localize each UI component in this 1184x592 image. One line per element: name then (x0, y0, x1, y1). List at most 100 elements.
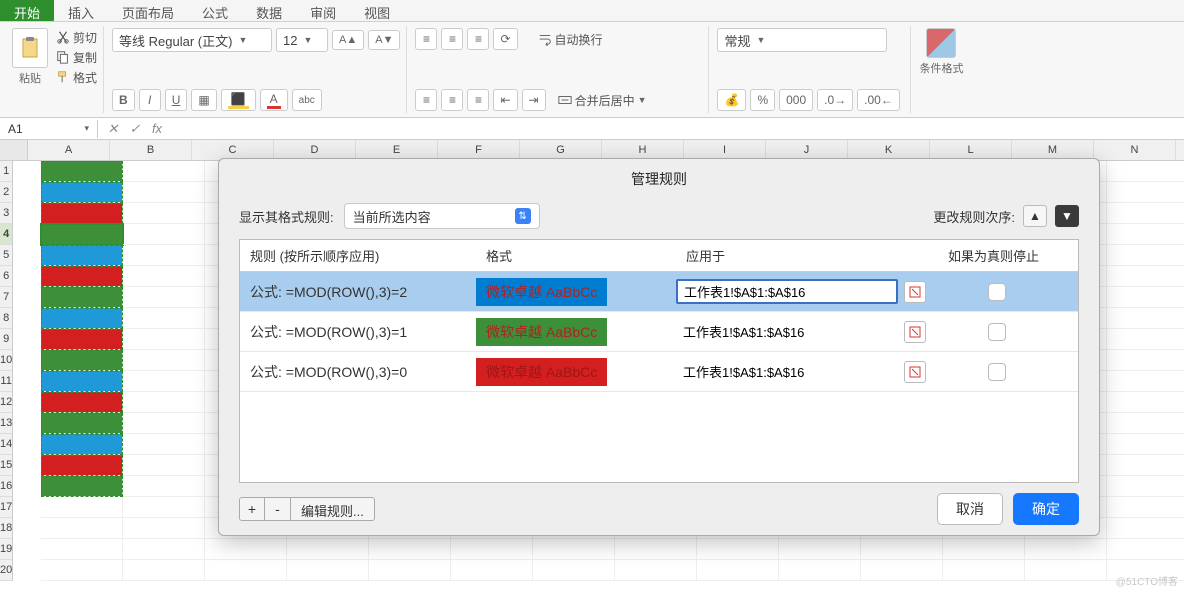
column-header[interactable]: J (766, 140, 848, 160)
cell[interactable] (41, 182, 123, 203)
cell[interactable] (123, 350, 205, 371)
cell[interactable] (943, 539, 1025, 560)
row-header[interactable]: 2 (0, 182, 12, 203)
percent-button[interactable]: % (750, 89, 775, 111)
cell[interactable] (123, 392, 205, 413)
column-header[interactable]: L (930, 140, 1012, 160)
font-size-dropdown[interactable]: 12▼ (276, 28, 328, 52)
row-header[interactable]: 3 (0, 203, 12, 224)
cell[interactable] (123, 224, 205, 245)
row-header[interactable]: 8 (0, 308, 12, 329)
align-right-button[interactable]: ≡ (467, 89, 489, 111)
cell[interactable] (287, 539, 369, 560)
align-left-button[interactable]: ≡ (415, 89, 437, 111)
cell[interactable] (369, 539, 451, 560)
cell[interactable] (1107, 371, 1184, 392)
cell[interactable] (41, 329, 123, 350)
rule-row[interactable]: 公式: =MOD(ROW(),3)=2微软卓越 AaBbCc (240, 272, 1078, 312)
cell[interactable] (123, 329, 205, 350)
column-header[interactable]: G (520, 140, 602, 160)
format-painter-button[interactable]: 格式 (56, 69, 97, 86)
phonetic-button[interactable]: abc (292, 89, 322, 111)
move-up-button[interactable]: ▲ (1023, 205, 1047, 227)
cell[interactable] (123, 560, 205, 581)
font-color-button[interactable]: A (260, 89, 288, 111)
row-header[interactable]: 20 (0, 560, 12, 581)
cell[interactable] (123, 434, 205, 455)
orientation-button[interactable]: ⟳ (493, 28, 517, 50)
cell[interactable] (615, 560, 697, 581)
cell[interactable] (41, 476, 123, 497)
cell[interactable] (1107, 455, 1184, 476)
stop-if-true-checkbox[interactable] (988, 323, 1006, 341)
row-header[interactable]: 7 (0, 287, 12, 308)
cell[interactable] (123, 287, 205, 308)
cell[interactable] (123, 476, 205, 497)
cell[interactable] (41, 455, 123, 476)
row-header[interactable]: 5 (0, 245, 12, 266)
cell[interactable] (123, 266, 205, 287)
cell[interactable] (943, 560, 1025, 581)
remove-rule-button[interactable]: - (265, 497, 291, 521)
ribbon-tab-4[interactable]: 数据 (242, 0, 296, 21)
cell[interactable] (41, 287, 123, 308)
add-rule-button[interactable]: + (239, 497, 265, 521)
cancel-button[interactable]: 取消 (937, 493, 1003, 525)
cell[interactable] (123, 497, 205, 518)
cell[interactable] (1107, 287, 1184, 308)
row-header[interactable]: 15 (0, 455, 12, 476)
cell[interactable] (697, 560, 779, 581)
cell[interactable] (1107, 350, 1184, 371)
applies-to-input[interactable] (676, 320, 898, 343)
decrease-decimal-button[interactable]: .00← (857, 89, 900, 111)
edit-rule-button[interactable]: 编辑规则... (291, 497, 375, 521)
row-header[interactable]: 17 (0, 497, 12, 518)
cell[interactable] (41, 560, 123, 581)
fill-color-button[interactable]: ⬛ (221, 89, 256, 111)
cell[interactable] (1107, 182, 1184, 203)
cell[interactable] (41, 245, 123, 266)
copy-button[interactable]: 复制 (56, 49, 97, 66)
cell[interactable] (1107, 413, 1184, 434)
cell[interactable] (1107, 308, 1184, 329)
column-header[interactable]: F (438, 140, 520, 160)
row-header[interactable]: 19 (0, 539, 12, 560)
cell[interactable] (123, 413, 205, 434)
accept-formula-button[interactable]: ✓ (126, 121, 144, 137)
cell[interactable] (451, 560, 533, 581)
cell[interactable] (41, 392, 123, 413)
decrease-font-button[interactable]: A▼ (368, 30, 400, 50)
cell[interactable] (123, 182, 205, 203)
cell[interactable] (41, 161, 123, 182)
ribbon-tab-6[interactable]: 视图 (350, 0, 404, 21)
stop-if-true-checkbox[interactable] (988, 363, 1006, 381)
column-header[interactable]: N (1094, 140, 1176, 160)
cell[interactable] (41, 350, 123, 371)
row-header[interactable]: 16 (0, 476, 12, 497)
ribbon-tab-0[interactable]: 开始 (0, 0, 54, 21)
formula-input[interactable] (172, 127, 1184, 131)
column-header[interactable]: C (192, 140, 274, 160)
underline-button[interactable]: U (165, 89, 188, 111)
name-box[interactable]: A1▾ (0, 120, 98, 138)
cut-button[interactable]: 剪切 (56, 29, 97, 46)
row-header[interactable]: 14 (0, 434, 12, 455)
applies-to-input[interactable] (676, 279, 898, 304)
paste-button[interactable] (12, 28, 48, 68)
cell[interactable] (41, 539, 123, 560)
row-header[interactable]: 1 (0, 161, 12, 182)
increase-font-button[interactable]: A▲ (332, 30, 364, 50)
column-header[interactable]: M (1012, 140, 1094, 160)
cell[interactable] (615, 539, 697, 560)
cell[interactable] (123, 161, 205, 182)
number-format-dropdown[interactable]: 常规▼ (717, 28, 887, 52)
italic-button[interactable]: I (139, 89, 161, 111)
currency-button[interactable]: 💰 (717, 89, 746, 111)
row-header[interactable]: 10 (0, 350, 12, 371)
row-header[interactable]: 13 (0, 413, 12, 434)
cell[interactable] (205, 539, 287, 560)
rule-row[interactable]: 公式: =MOD(ROW(),3)=1微软卓越 AaBbCc (240, 312, 1078, 352)
fx-button[interactable]: fx (148, 121, 166, 136)
column-header[interactable]: I (684, 140, 766, 160)
cell[interactable] (1107, 392, 1184, 413)
